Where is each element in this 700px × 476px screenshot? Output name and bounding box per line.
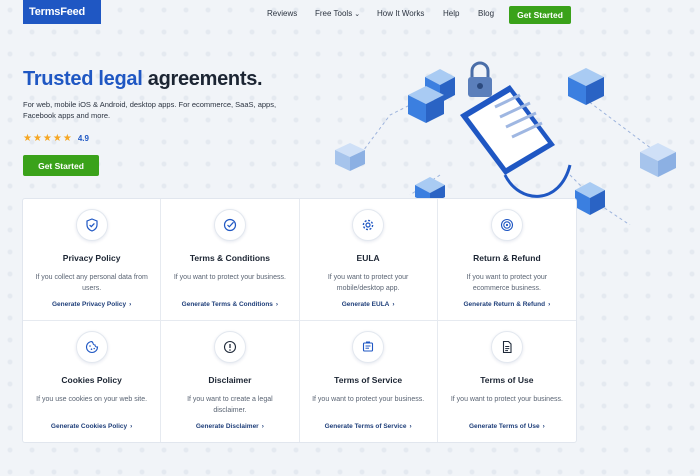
card-description: If you want to protect your business. — [450, 395, 563, 403]
link-label: Generate Privacy Policy — [52, 300, 127, 308]
chevron-right-icon: › — [129, 300, 132, 308]
card-title: Terms of Service — [334, 374, 403, 385]
generate-privacy-policy-link[interactable]: Generate Privacy Policy › — [52, 301, 131, 308]
chevron-right-icon: › — [261, 423, 264, 430]
shield-check-icon — [75, 209, 108, 241]
card-disclaimer: Disclaimer If you want to create a legal… — [161, 320, 300, 442]
nav-help[interactable]: Help — [443, 9, 459, 18]
card-terms-of-service: Terms of Service If you want to protect … — [300, 320, 438, 442]
chevron-right-icon: › — [130, 423, 133, 430]
document-scroll-icon — [460, 85, 572, 198]
chevron-right-icon: › — [392, 300, 395, 308]
card-privacy-policy: Privacy Policy If you collect any person… — [23, 199, 162, 321]
rating: ★★★★★ 4.9 — [23, 133, 313, 144]
document-icon — [490, 330, 523, 363]
hero-title-highlight: Trusted legal — [23, 68, 143, 90]
generate-terms-of-service-link[interactable]: Generate Terms of Service › — [325, 423, 412, 430]
alert-circle-icon — [213, 330, 246, 363]
card-description: If you use cookies on your web site. — [36, 395, 148, 403]
card-terms-conditions: Terms & Conditions If you want to protec… — [161, 199, 300, 321]
chevron-right-icon: › — [542, 423, 545, 430]
generate-cookies-policy-link[interactable]: Generate Cookies Policy › — [51, 423, 132, 430]
card-title: Terms & Conditions — [189, 253, 270, 263]
nav-blog[interactable]: Blog — [478, 9, 494, 18]
nav-how-it-works[interactable]: How It Works — [377, 9, 424, 18]
card-title: Disclaimer — [208, 374, 252, 385]
card-title: Privacy Policy — [62, 253, 121, 263]
top-navbar: TermsFeed Reviews Free Tools ⌄ How It Wor… — [0, 0, 700, 30]
service-doc-icon — [352, 330, 385, 363]
check-circle-icon — [213, 209, 246, 241]
link-label: Generate EULA — [341, 300, 390, 308]
hero-subtitle: For web, mobile iOS & Android, desktop a… — [23, 100, 277, 120]
chevron-right-icon: › — [548, 300, 551, 308]
cube-left-bottom — [335, 143, 365, 171]
card-description: If you want to protect your mobile/deskt… — [327, 274, 409, 292]
chevron-right-icon: › — [275, 300, 279, 308]
link-label: Generate Terms & Conditions — [181, 300, 273, 308]
hero-title-rest: agreements. — [142, 68, 263, 90]
card-title: Return & Refund — [473, 253, 541, 263]
generate-terms-of-use-link[interactable]: Generate Terms of Use › — [469, 423, 545, 430]
card-description: If you collect any personal data from us… — [35, 274, 148, 292]
cube-right-far — [640, 143, 676, 177]
card-cookies-policy: Cookies Policy If you use cookies on you… — [23, 320, 162, 442]
agreements-grid: Privacy Policy If you collect any person… — [22, 198, 577, 443]
link-label: Generate Return & Refund — [463, 300, 546, 308]
nav-get-started-button[interactable]: Get Started — [509, 6, 571, 24]
card-description: If you want to protect your ecommerce bu… — [466, 274, 548, 292]
link-label: Generate Cookies Policy — [50, 423, 128, 430]
nav-free-tools[interactable]: Free Tools ⌄ — [315, 9, 360, 18]
hero-get-started-button[interactable]: Get Started — [23, 155, 99, 176]
card-description: If you want to protect your business. — [312, 395, 425, 403]
main-nav: Reviews Free Tools ⌄ How It Works Help Bl… — [0, 6, 700, 24]
link-label: Generate Terms of Service — [324, 423, 407, 430]
hero-title: Trusted legal agreements. — [23, 68, 313, 91]
card-description: If you want to create a legal disclaimer… — [187, 395, 273, 414]
card-description: If you want to protect your business. — [173, 274, 286, 281]
return-target-icon — [490, 209, 523, 241]
nav-free-tools-label: Free Tools — [315, 9, 353, 18]
card-title: Terms of Use — [480, 374, 534, 385]
gear-icon — [352, 209, 385, 241]
card-title: Cookies Policy — [61, 374, 122, 385]
chevron-right-icon: › — [409, 423, 412, 430]
hero-section: Trusted legal agreements. For web, mobil… — [23, 68, 313, 176]
generate-return-refund-link[interactable]: Generate Return & Refund › — [463, 301, 550, 308]
generate-disclaimer-link[interactable]: Generate Disclaimer › — [196, 423, 264, 430]
generate-eula-link[interactable]: Generate EULA › — [342, 301, 395, 308]
rating-value: 4.9 — [77, 134, 89, 143]
generate-terms-conditions-link[interactable]: Generate Terms & Conditions › — [182, 301, 278, 308]
chevron-down-icon: ⌄ — [354, 11, 361, 18]
cube-right-top — [568, 68, 604, 105]
link-label: Generate Terms of Use — [468, 423, 540, 430]
card-title: EULA — [356, 253, 380, 263]
cookie-icon — [75, 330, 108, 363]
cube-right-bottom — [575, 182, 605, 215]
card-return-refund: Return & Refund If you want to protect y… — [437, 199, 576, 321]
padlock-icon — [468, 61, 492, 97]
star-rating-icon: ★★★★★ — [23, 133, 73, 144]
link-label: Generate Disclaimer — [195, 423, 259, 430]
nav-reviews[interactable]: Reviews — [267, 9, 297, 18]
card-eula: EULA If you want to protect your mobile/… — [299, 199, 438, 321]
card-terms-of-use: Terms of Use If you want to protect your… — [438, 321, 576, 443]
